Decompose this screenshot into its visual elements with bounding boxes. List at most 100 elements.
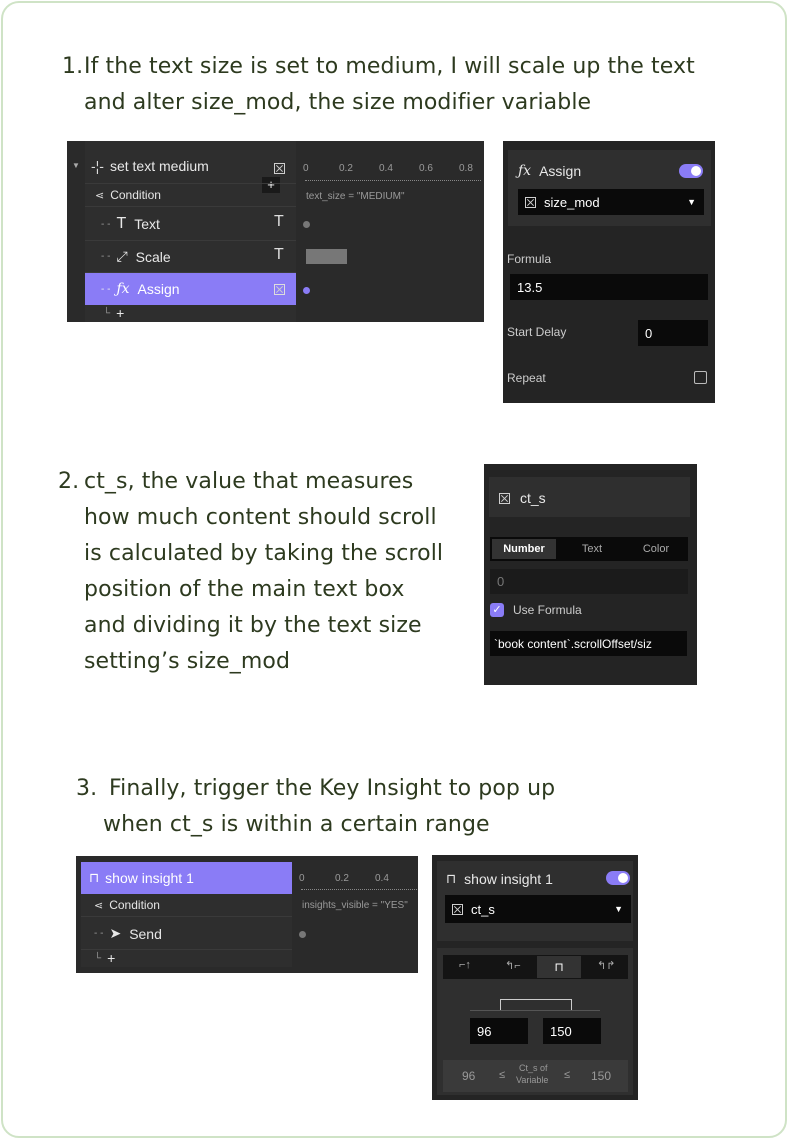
formula-label: Formula	[507, 252, 552, 266]
step-line: how much content should scroll	[84, 505, 437, 530]
add-item-label: +	[107, 950, 116, 966]
trigger-range-icon: ⊓	[89, 870, 100, 885]
add-item-label: +	[116, 305, 125, 321]
tab-text[interactable]: Text	[560, 539, 624, 559]
keyframe-dot[interactable]	[303, 221, 310, 228]
formula-input[interactable]: 13.5	[510, 274, 708, 300]
enable-toggle[interactable]	[679, 164, 703, 178]
ruler-tick: 0.8	[459, 163, 473, 174]
step-line: and dividing it by the text size	[84, 613, 422, 638]
condition-expression: insights_visible = "YES"	[302, 900, 408, 911]
condition-label: Condition	[109, 898, 160, 912]
function-icon: ƒx	[116, 281, 130, 297]
ruler-tick: 0	[303, 163, 309, 174]
step-line: Finally, trigger the Key Insight to pop …	[109, 776, 556, 801]
add-button[interactable]: +	[262, 177, 280, 193]
condition-row[interactable]: ⋖ Condition	[95, 188, 161, 202]
timeline-item-assign[interactable]: - - ƒx Assign	[85, 273, 296, 305]
step-line: is calculated by taking the scroll	[84, 541, 444, 566]
timeline-item-scale[interactable]: - - ⤢ Scale	[101, 248, 291, 265]
tab-color[interactable]: Color	[624, 539, 688, 559]
condition-expression: text_size = "MEDIUM"	[306, 191, 405, 202]
checkbox-checked-icon[interactable]: ✓	[490, 603, 504, 617]
formula-input[interactable]: `book content`.scrollOffset/siz	[490, 631, 687, 656]
insight-title: show insight 1	[464, 871, 553, 887]
start-delay-label: Start Delay	[507, 325, 567, 339]
repeat-label: Repeat	[507, 371, 546, 385]
collapse-caret-icon[interactable]: ▼	[72, 161, 80, 170]
step-1-text: 1. If the text size is set to medium, I …	[62, 49, 695, 121]
text-icon: T	[274, 213, 284, 230]
max-value-input[interactable]: 150	[543, 1018, 601, 1044]
keyframe-dot[interactable]	[299, 931, 306, 938]
variable-select[interactable]: size_mod ▼	[518, 189, 704, 215]
ruler-ticks	[305, 177, 481, 181]
insight-panel: ⊓ show insight 1 ct_s ▼ ⌐↑ ↰⌐ ⊓ ↰↱ 96 15…	[432, 855, 638, 1100]
crosshair-icon: -¦-	[91, 158, 104, 174]
ruler-tick: 0.4	[375, 873, 389, 884]
variable-name: ct_s	[471, 901, 495, 917]
summary-min: 96	[462, 1069, 476, 1083]
range-line	[470, 1010, 600, 1011]
ruler-tick: 0.2	[339, 163, 353, 174]
step-line: when ct_s is within a certain range	[103, 812, 490, 837]
summary-le: ≤	[564, 1069, 571, 1081]
trigger-outside-icon[interactable]: ↰↱	[597, 959, 615, 972]
condition-row[interactable]: ⋖ Condition	[94, 898, 160, 912]
enable-toggle[interactable]	[606, 871, 630, 885]
trigger-mode-tabs: ⌐↑ ↰⌐ ⊓ ↰↱	[443, 955, 628, 979]
variable-icon	[274, 284, 285, 295]
insight-header: ⊓ show insight 1	[446, 871, 553, 887]
variable-icon	[525, 196, 536, 208]
summary-label: Ct_s of	[519, 1063, 548, 1073]
step-number: 1.	[62, 54, 84, 79]
branch-icon: ⋖	[95, 189, 105, 202]
scale-bar[interactable]	[306, 249, 347, 264]
assign-panel: ƒx Assign size_mod ▼ Formula 13.5 Start …	[503, 141, 715, 403]
chevron-down-icon: ▼	[687, 197, 696, 207]
timeline-title: show insight 1	[105, 870, 194, 886]
step-number: 2.	[58, 469, 80, 494]
timeline-item-send[interactable]: - - ➤ Send	[94, 925, 162, 942]
add-item-row[interactable]: └ +	[94, 950, 115, 966]
assign-header: ƒx Assign	[518, 163, 581, 179]
timeline-panel: ▼ -¦- set text medium + ⋖ Condition - - …	[67, 141, 484, 322]
variable-name: size_mod	[544, 194, 600, 210]
step-line: position of the main text box	[84, 577, 405, 602]
ruler-tick: 0.2	[335, 873, 349, 884]
timeline-title-row[interactable]: ⊓ show insight 1	[81, 862, 292, 894]
ruler-tick: 0.4	[379, 163, 393, 174]
add-item-row[interactable]: └ +	[103, 305, 124, 321]
assign-title: Assign	[539, 163, 582, 179]
send-icon: ➤	[109, 925, 122, 941]
keyframe-dot[interactable]	[303, 287, 310, 294]
step-line: If the text size is set to medium, I wil…	[84, 54, 695, 79]
item-label: Send	[129, 925, 162, 942]
step-line: setting’s size_mod	[84, 649, 291, 674]
repeat-checkbox[interactable]	[694, 371, 707, 384]
summary-max: 150	[591, 1069, 612, 1083]
timeline-panel-2: ⊓ show insight 1 ⋖ Condition - - ➤ Send …	[76, 856, 418, 973]
variable-icon	[499, 492, 510, 504]
variable-panel: ct_s Number Text Color 0 ✓ Use Formula `…	[484, 464, 697, 685]
trigger-exit-icon[interactable]: ↰⌐	[505, 959, 521, 972]
tab-number[interactable]: Number	[492, 539, 556, 559]
trigger-range-icon[interactable]: ⊓	[537, 956, 581, 978]
start-delay-input[interactable]: 0	[638, 320, 708, 346]
timeline-item-text[interactable]: - - T Text	[101, 215, 291, 233]
variable-select[interactable]: ct_s ▼	[445, 895, 631, 923]
step-3-text: 3. Finally, trigger the Key Insight to p…	[76, 771, 555, 843]
item-label: Scale	[135, 248, 171, 265]
step-number: 3.	[76, 776, 98, 801]
ruler-tick: 0	[299, 873, 305, 884]
text-icon: T	[116, 215, 127, 232]
number-value-input[interactable]: 0	[490, 569, 688, 594]
use-formula-row[interactable]: ✓ Use Formula	[490, 603, 582, 617]
trigger-enter-icon[interactable]: ⌐↑	[459, 959, 471, 971]
ruler-ticks	[301, 886, 417, 890]
timeline-title-row[interactable]: -¦- set text medium	[91, 158, 291, 174]
range-summary: 96 ≤ Ct_s of Variable ≤ 150	[443, 1060, 628, 1092]
min-value-input[interactable]: 96	[470, 1018, 528, 1044]
summary-le: ≤	[499, 1069, 506, 1081]
branch-icon: ⋖	[94, 899, 104, 912]
